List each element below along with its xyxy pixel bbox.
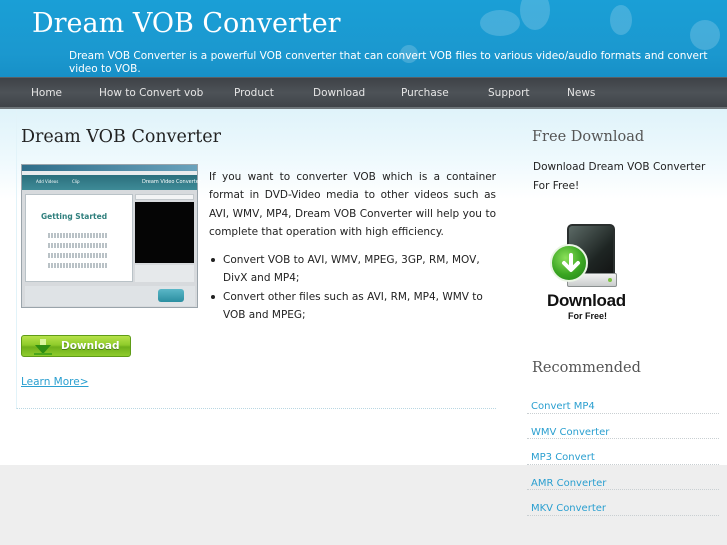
recommended-list: Convert MP4 WMV Converter MP3 Convert AM… (527, 388, 719, 516)
nav-news[interactable]: News (567, 87, 595, 99)
list-item: WMV Converter (527, 414, 719, 439)
screenshot-step (48, 233, 108, 238)
decorative-splash (520, 0, 550, 30)
download-button-label: Download (61, 340, 120, 352)
nav-purchase[interactable]: Purchase (401, 87, 449, 99)
nav-home[interactable]: Home (31, 87, 62, 99)
feature-list: Convert VOB to AVI, WMV, MPEG, 3GP, RM, … (209, 251, 496, 324)
download-for-free-graphic[interactable]: Download For Free! (547, 219, 647, 329)
screenshot-getting-started: Getting Started (41, 212, 108, 221)
site-tagline: Dream VOB Converter is a powerful VOB co… (69, 50, 708, 75)
screenshot-preview-label (135, 194, 194, 200)
recommended-link[interactable]: MKV Converter (531, 503, 606, 514)
nav-download[interactable]: Download (313, 87, 365, 99)
decorative-splash (480, 10, 520, 36)
down-arrow-icon (562, 253, 580, 272)
recommended-heading: Recommended (532, 360, 641, 376)
graphic-download-text: Download (547, 291, 626, 310)
feature-text: Convert VOB to AVI, WMV, MPEG, 3GP, RM, … (223, 254, 480, 285)
screenshot-step (48, 263, 108, 268)
main-nav: Home How to Convert vob Product Download… (0, 77, 727, 109)
screenshot-add-videos: Add Videos (36, 179, 59, 184)
drive-led (608, 278, 612, 282)
screenshot-step (48, 253, 108, 258)
recommended-link[interactable]: WMV Converter (531, 427, 609, 438)
bullet-icon (211, 258, 215, 262)
screenshot-getting-started-panel: Getting Started (25, 194, 133, 282)
decorative-splash (690, 20, 720, 50)
screenshot-app-title: Dream Video Converter (142, 179, 201, 185)
screenshot-convert-button (158, 289, 184, 302)
free-download-text: Download Dream VOB Converter For Free! (533, 161, 706, 192)
list-item: AMR Converter (527, 465, 719, 490)
screenshot-toolbar: Add Videos Clip Dream Video Converter (22, 175, 201, 190)
list-item: MKV Converter (527, 490, 719, 516)
recommended-link[interactable]: MP3 Convert (531, 452, 595, 463)
feature-text: Convert other files such as AVI, RM, MP4… (223, 290, 483, 321)
intro-paragraph: If you want to converter VOB which is a … (209, 171, 496, 238)
list-item: MP3 Convert (527, 439, 719, 465)
recommended-link[interactable]: AMR Converter (531, 478, 606, 489)
decorative-splash (610, 5, 632, 35)
bullet-icon (211, 294, 215, 299)
product-screenshot[interactable]: Add Videos Clip Dream Video Converter Ge… (21, 164, 201, 308)
main-content: Dream VOB Converter Add Videos Clip Drea… (16, 109, 496, 409)
feature-item: Convert VOB to AVI, WMV, MPEG, 3GP, RM, … (209, 251, 496, 288)
download-circle-icon (550, 244, 588, 282)
feature-item: Convert other files such as AVI, RM, MP4… (209, 288, 496, 325)
list-item: Convert MP4 (527, 388, 719, 414)
screenshot-controls (135, 265, 194, 282)
download-arrow-icon (34, 339, 52, 355)
site-title[interactable]: Dream VOB Converter (32, 8, 341, 39)
nav-how-to-convert[interactable]: How to Convert vob (99, 87, 203, 99)
learn-more-link[interactable]: Learn More> (21, 376, 89, 388)
site-header: Dream VOB Converter Dream VOB Converter … (0, 0, 727, 77)
nav-support[interactable]: Support (488, 87, 530, 99)
recommended-link[interactable]: Convert MP4 (531, 401, 595, 412)
product-title: Dream VOB Converter (21, 127, 222, 147)
screenshot-step (48, 243, 108, 248)
sidebar: Free Download Download Dream VOB Convert… (527, 109, 727, 545)
download-button[interactable]: Download (21, 335, 131, 357)
screenshot-clip: Clip (72, 179, 80, 184)
free-download-heading: Free Download (532, 129, 645, 145)
graphic-for-free-text: For Free! (568, 311, 608, 321)
screenshot-preview (135, 202, 194, 263)
nav-product[interactable]: Product (234, 87, 274, 99)
